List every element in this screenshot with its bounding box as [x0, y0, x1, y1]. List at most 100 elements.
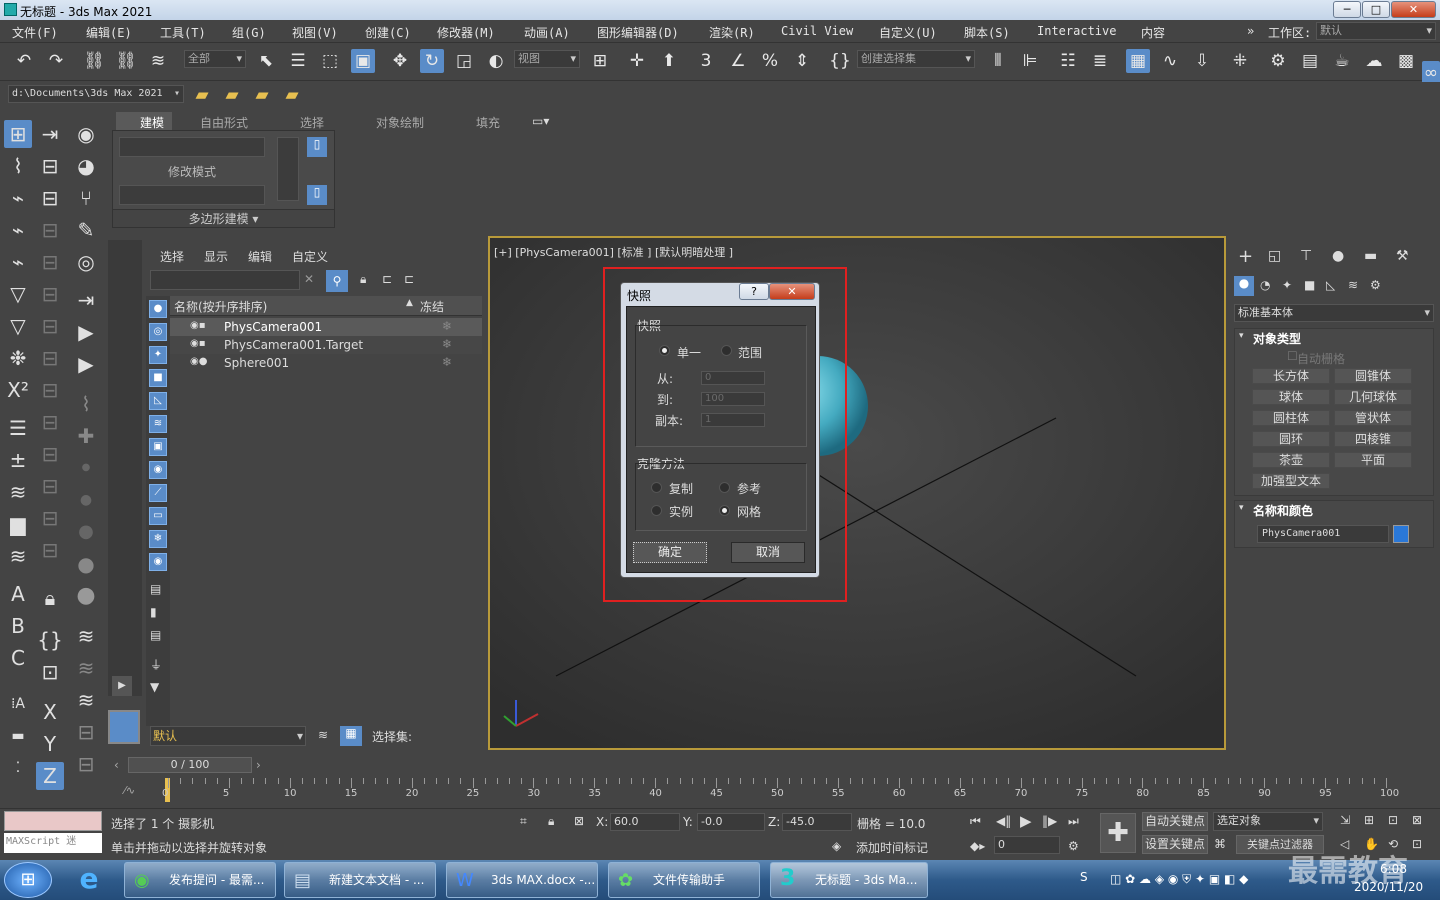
text-a-icon[interactable]: A: [4, 580, 32, 608]
project-path-dropdown[interactable]: d:\Documents\3ds Max 2021: [8, 85, 184, 103]
time-tag-icon[interactable]: ◈: [832, 839, 841, 853]
filter-icon[interactable]: ⚲: [326, 270, 348, 292]
utilities-tab-icon[interactable]: ⚒: [1396, 248, 1409, 264]
axis-z-icon[interactable]: Z: [36, 762, 64, 790]
layer-hierarchy-icon[interactable]: ⊏: [404, 272, 414, 286]
menu-group[interactable]: 组(G): [232, 24, 266, 41]
collapse-icon[interactable]: ▾: [1239, 503, 1244, 513]
plane-button[interactable]: 平面: [1334, 452, 1412, 468]
helpers-cat-icon[interactable]: ◺: [1326, 278, 1335, 292]
ribbon-pin-icon[interactable]: ▯: [307, 137, 327, 157]
shapes-icon[interactable]: ▽: [4, 280, 32, 308]
time-slider[interactable]: 0 / 100: [128, 757, 252, 773]
brush-icon[interactable]: ⌇: [72, 390, 100, 418]
play-box-icon[interactable]: ▶: [72, 318, 100, 346]
layer-stack-icon[interactable]: ≋: [318, 728, 328, 742]
object-name-input[interactable]: PhysCamera001: [1257, 525, 1389, 543]
visibility-eye-icon[interactable]: ◉●: [190, 356, 207, 367]
filter-xrefs-icon[interactable]: ◉: [149, 461, 167, 479]
set-key-button[interactable]: 设置关键点: [1142, 835, 1208, 854]
perspective-viewport[interactable]: [+] [PhysCamera001] [标准 ] [默认明暗处理 ]: [488, 236, 1226, 750]
layers-stack-icon[interactable]: ≋: [72, 622, 100, 650]
dots-icon[interactable]: ⁚: [4, 754, 32, 782]
selection-set-icon[interactable]: ▦: [340, 726, 362, 746]
menu-civil-view[interactable]: Civil View: [781, 24, 853, 38]
keyboard-shortcut-icon[interactable]: ⬆: [657, 49, 681, 73]
ruler-icon[interactable]: ▬: [4, 722, 32, 750]
tray-ime-icon[interactable]: S: [1080, 870, 1088, 884]
visibility-eye-icon[interactable]: ◉▪: [190, 338, 206, 349]
cylinder-button[interactable]: 圆柱体: [1252, 410, 1330, 426]
particle-icon[interactable]: ❉: [4, 344, 32, 372]
hierarchy-icon[interactable]: ⊏: [382, 272, 392, 286]
ribbon-tab-object-paint[interactable]: 对象绘制: [376, 114, 424, 131]
filter-shapes-icon[interactable]: ◎: [149, 323, 167, 341]
layer-explorer-icon[interactable]: ☷: [1056, 49, 1080, 73]
menu-customize[interactable]: 自定义(U): [879, 24, 937, 41]
mirror-icon[interactable]: ⫴: [986, 49, 1010, 73]
workspace-dropdown[interactable]: 默认: [1316, 22, 1436, 40]
maxscript-mini-listener[interactable]: MAXScript 迷: [4, 833, 102, 853]
key-filter-icon[interactable]: ⌘: [1214, 837, 1226, 851]
filter-hidden-icon[interactable]: ◉: [149, 553, 167, 571]
print-icon[interactable]: ⊟: [36, 152, 64, 180]
nav-zoom-icon[interactable]: ⇲: [1340, 813, 1350, 827]
measure-icon[interactable]: ⌁: [4, 184, 32, 212]
render-setup-icon[interactable]: ⚙: [1266, 49, 1290, 73]
maxscript-listener-input[interactable]: [4, 811, 102, 831]
layers-icon[interactable]: ≋: [4, 478, 32, 506]
spacewarps-cat-icon[interactable]: ≋: [1348, 278, 1358, 292]
rendered-frame-icon[interactable]: ▤: [1298, 49, 1322, 73]
filter-helpers-icon[interactable]: ◺: [149, 392, 167, 410]
scene-tab-select[interactable]: 选择: [160, 248, 184, 265]
y-coord-input[interactable]: -0.0: [697, 813, 765, 831]
helper-icon[interactable]: ⌁: [4, 216, 32, 244]
fork-icon[interactable]: ⑂: [72, 184, 100, 212]
ie-icon[interactable]: e: [66, 862, 112, 898]
expand-panel-icon[interactable]: ▶: [112, 676, 132, 696]
pivot-center-icon[interactable]: ⊞: [588, 49, 612, 73]
stack-icon[interactable]: ≋: [4, 542, 32, 570]
menu-animation[interactable]: 动画(A): [524, 24, 570, 41]
key-filter-dropdown[interactable]: 选定对象: [1213, 812, 1323, 831]
auto-key-button[interactable]: 自动关键点: [1142, 812, 1208, 831]
redo-icon[interactable]: ↷: [44, 49, 68, 73]
add-icon[interactable]: ±: [4, 446, 32, 474]
abs-rel-icon[interactable]: ⊠: [574, 814, 584, 828]
display-all-icon[interactable]: ▤: [150, 582, 161, 596]
freeze-column-header[interactable]: 冻结: [420, 298, 444, 315]
lights-cat-icon[interactable]: ✦: [1282, 278, 1292, 292]
align-icon[interactable]: ⊫: [1018, 49, 1042, 73]
display-tab-icon[interactable]: ▬: [1364, 248, 1377, 264]
text-b-icon[interactable]: B: [4, 612, 32, 640]
place-icon[interactable]: ◐: [484, 49, 508, 73]
freeze-icon[interactable]: ❄: [442, 337, 452, 351]
layers-add-icon[interactable]: ≋: [72, 654, 100, 682]
menu-edit[interactable]: 编辑(E): [86, 24, 132, 41]
open-project-icon[interactable]: ▰: [250, 83, 274, 107]
menu-create[interactable]: 创建(C): [365, 24, 411, 41]
paint-bucket-icon[interactable]: ◕: [72, 152, 100, 180]
teapot-button[interactable]: 茶壶: [1252, 452, 1330, 468]
freeze-icon[interactable]: ❄: [442, 319, 452, 333]
set-key-big-icon[interactable]: ✚: [1100, 813, 1136, 853]
display-none-icon[interactable]: ▮: [150, 605, 157, 619]
menu-content[interactable]: 内容: [1141, 24, 1165, 41]
schematic-view-icon[interactable]: ⇩: [1190, 49, 1214, 73]
start-button[interactable]: ⊞: [4, 862, 52, 898]
menu-scripting[interactable]: 脚本(S): [964, 24, 1010, 41]
tube-button[interactable]: 管状体: [1334, 410, 1412, 426]
lock-icon[interactable]: 🔒︎: [36, 584, 64, 612]
geosphere-button[interactable]: 几何球体: [1334, 389, 1412, 405]
filter-funnel-icon[interactable]: ▼: [150, 680, 159, 694]
select-by-name-icon[interactable]: ☰: [286, 49, 310, 73]
nav-maximize-icon[interactable]: ⊡: [1412, 837, 1422, 851]
display-invert-icon[interactable]: ▤: [150, 628, 161, 642]
next-key-icon[interactable]: ‖▶: [1042, 814, 1057, 828]
dots-a-icon[interactable]: ⁞A: [4, 690, 32, 718]
ribbon-options-icon[interactable]: ▭▾: [532, 114, 549, 128]
scene-tab-edit[interactable]: 编辑: [248, 248, 272, 265]
torus-button[interactable]: 圆环: [1252, 431, 1330, 447]
paint-icon[interactable]: ▽: [4, 312, 32, 340]
link-icon[interactable]: ⛓: [82, 49, 106, 73]
